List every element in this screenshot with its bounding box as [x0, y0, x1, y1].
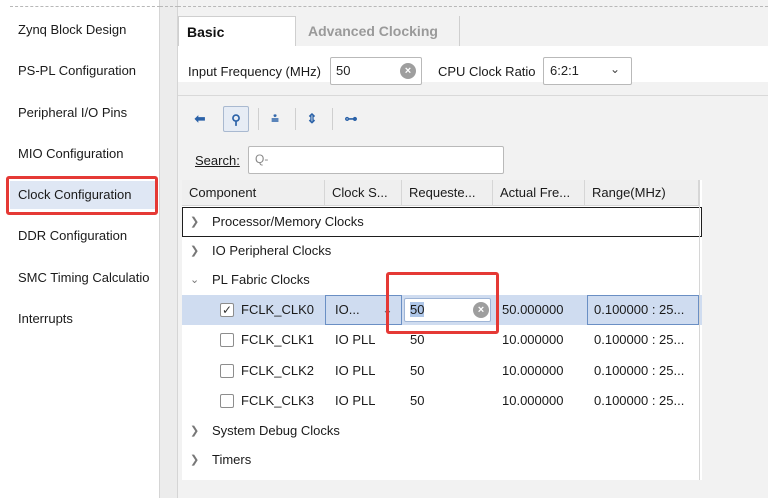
tree-row-system-debug-clocks[interactable]: ❯ System Debug Clocks	[182, 416, 702, 446]
nav-item-clock-configuration[interactable]: Clock Configuration	[10, 181, 158, 209]
dashed-divider	[160, 6, 178, 7]
search-icon[interactable]: ⚲	[223, 106, 249, 132]
tab-advanced-clocking[interactable]: Advanced Clocking	[300, 16, 460, 46]
search-placeholder: Q-	[255, 152, 269, 166]
toolbar-separator	[258, 108, 259, 130]
tab-basic-clocking[interactable]: Basic Clocking	[178, 16, 296, 70]
table-row-fclk-clk0[interactable]: ✓ FCLK_CLK0 IO... ⌄ 50 × 50.000000 0.100…	[182, 295, 702, 325]
chevron-right-icon: ❯	[190, 216, 200, 228]
nav-item-peripheral-io-pins[interactable]: Peripheral I/O Pins	[10, 99, 158, 127]
fclk-clk3-checkbox[interactable]	[220, 394, 234, 408]
input-frequency-label: Input Frequency (MHz)	[188, 64, 321, 79]
column-header-range[interactable]: Range(MHz)	[585, 180, 699, 206]
clear-icon[interactable]: ×	[473, 302, 489, 318]
clock-source-value: IO PLL	[335, 363, 376, 378]
actual-frequency: 10.000000	[502, 332, 564, 347]
toolbar-separator	[295, 108, 296, 130]
frequency-range: 0.100000 : 25...	[594, 332, 685, 347]
actual-frequency: 50.000000	[502, 302, 564, 317]
nav-item-ddr-configuration[interactable]: DDR Configuration	[10, 222, 158, 250]
chevron-down-icon: ⌄	[610, 62, 621, 76]
table-row-fclk-clk1[interactable]: FCLK_CLK1 IO PLL 50 10.000000 0.100000 :…	[182, 325, 702, 355]
column-header-clock-source[interactable]: Clock S...	[325, 180, 402, 206]
nav-item-ps-pl-configuration[interactable]: PS-PL Configuration	[10, 57, 158, 85]
fclk-clk2-checkbox[interactable]	[220, 364, 234, 378]
frequency-range: 0.100000 : 25...	[594, 363, 685, 378]
input-frequency-value: 50	[336, 63, 351, 78]
nav-item-zynq-block-design[interactable]: Zynq Block Design	[10, 16, 158, 44]
table-right-border	[699, 180, 700, 480]
nav-item-interrupts[interactable]: Interrupts	[10, 305, 158, 333]
table-row-fclk-clk3[interactable]: FCLK_CLK3 IO PLL 50 10.000000 0.100000 :…	[182, 386, 702, 416]
clock-source-value: IO PLL	[335, 332, 376, 347]
column-header-actual-frequency[interactable]: Actual Fre...	[493, 180, 585, 206]
search-label: Search:	[195, 153, 240, 168]
fclk-name: FCLK_CLK1	[241, 332, 314, 347]
frequency-range: 0.100000 : 25...	[594, 302, 685, 317]
clock-source-value: IO PLL	[335, 393, 376, 408]
back-arrow-icon[interactable]: ⬅	[187, 106, 213, 132]
dashed-divider	[178, 6, 768, 7]
collapse-all-icon[interactable]: ⩮	[262, 106, 288, 132]
tree-row-processor-memory-clocks[interactable]: ❯ Processor/Memory Clocks	[182, 207, 702, 237]
tree-row-pl-fabric-clocks[interactable]: ⌄ PL Fabric Clocks	[182, 265, 702, 295]
tree-row-io-peripheral-clocks[interactable]: ❯ IO Peripheral Clocks	[182, 236, 702, 266]
actual-frequency: 10.000000	[502, 393, 564, 408]
chevron-right-icon: ❯	[190, 454, 200, 466]
cpu-clock-ratio-value: 6:2:1	[550, 63, 579, 78]
fclk-name: FCLK_CLK3	[241, 393, 314, 408]
fclk-clk0-checkbox[interactable]: ✓	[220, 303, 234, 317]
requested-value: 50	[410, 302, 425, 317]
clock-table: Component Clock S... Requeste... Actual …	[182, 180, 702, 480]
search-input[interactable]: Q-	[248, 146, 504, 174]
dashed-divider	[10, 6, 160, 7]
group-label: IO Peripheral Clocks	[212, 243, 332, 258]
chevron-down-icon: ⌄	[190, 274, 200, 286]
group-label: PL Fabric Clocks	[212, 272, 310, 287]
group-label: Processor/Memory Clocks	[212, 214, 364, 229]
toolbar-divider	[178, 95, 768, 96]
frequency-range: 0.100000 : 25...	[594, 393, 685, 408]
column-header-component[interactable]: Component	[182, 180, 325, 206]
fclk-name: FCLK_CLK2	[241, 363, 314, 378]
left-navigation: Zynq Block Design PS-PL Configuration Pe…	[0, 0, 160, 498]
nav-item-smc-timing-calculation[interactable]: SMC Timing Calculatio	[10, 264, 158, 292]
requested-value: 50	[410, 363, 425, 378]
table-row-fclk-clk2[interactable]: FCLK_CLK2 IO PLL 50 10.000000 0.100000 :…	[182, 356, 702, 386]
clock-source-value: IO...	[335, 302, 360, 317]
group-label: System Debug Clocks	[212, 423, 340, 438]
column-header-requested[interactable]: Requeste...	[402, 180, 493, 206]
expand-all-icon[interactable]: ⇕	[299, 106, 325, 132]
fclk-clk1-checkbox[interactable]	[220, 333, 234, 347]
clock-configuration-panel: Basic Clocking Advanced Clocking Input F…	[178, 0, 768, 498]
zynq-clock-configuration-window: Zynq Block Design PS-PL Configuration Pe…	[0, 0, 768, 498]
toolbar-separator	[332, 108, 333, 130]
requested-value: 50	[410, 393, 425, 408]
panel-gutter	[160, 0, 178, 498]
actual-frequency: 10.000000	[502, 363, 564, 378]
fclk-name: FCLK_CLK0	[241, 302, 314, 317]
chevron-right-icon: ❯	[190, 425, 200, 437]
chevron-down-icon: ⌄	[382, 302, 393, 317]
clear-icon[interactable]: ×	[400, 63, 416, 79]
tree-row-timers[interactable]: ❯ Timers	[182, 445, 702, 475]
nav-item-mio-configuration[interactable]: MIO Configuration	[10, 140, 158, 168]
chevron-right-icon: ❯	[190, 245, 200, 257]
cpu-clock-ratio-label: CPU Clock Ratio	[438, 64, 536, 79]
group-label: Timers	[212, 452, 252, 467]
hierarchy-icon[interactable]: ⊶	[338, 106, 364, 132]
requested-value: 50	[410, 332, 425, 347]
